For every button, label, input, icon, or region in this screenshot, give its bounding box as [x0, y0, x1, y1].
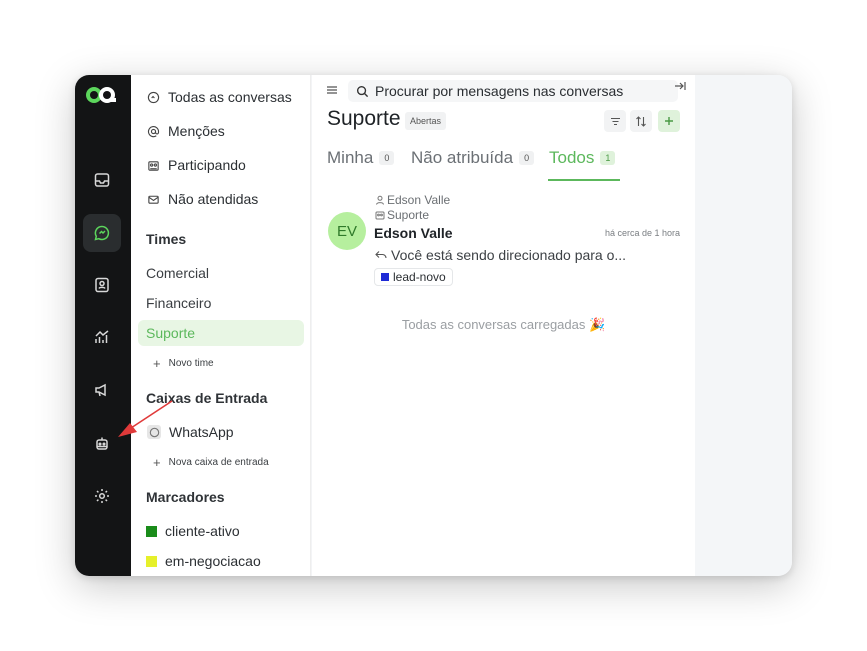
sidebar-item-inbox-whatsapp[interactable]: WhatsApp	[147, 424, 234, 440]
app-logo-icon	[86, 87, 116, 103]
plus-icon: +	[153, 356, 161, 371]
gear-icon	[95, 489, 109, 503]
sidebar-item-label-em-negociacao[interactable]: em-negociacao	[146, 553, 261, 569]
arrow-to-right-icon	[675, 82, 686, 90]
sidebar-item-label: WhatsApp	[169, 424, 234, 440]
bot-nav-button[interactable]	[83, 425, 121, 463]
all-loaded-message: Todas as conversas carregadas 🎉	[401, 317, 606, 332]
assigned-agent-name: Edson Valle	[387, 193, 451, 207]
sidebar-item-team-financeiro[interactable]: Financeiro	[146, 295, 211, 311]
menu-icon[interactable]	[326, 85, 338, 95]
sidebar-item-mentions[interactable]: Menções	[147, 123, 225, 139]
assigned-team-name: Suporte	[387, 208, 430, 222]
at-icon	[147, 125, 160, 137]
envelope-icon	[148, 195, 159, 204]
sidebar-item-label: Todas as conversas	[168, 89, 292, 105]
whatsapp-icon	[147, 425, 161, 439]
people-icon	[148, 160, 159, 171]
conversation-timestamp: há cerca de 1 hora	[604, 228, 680, 238]
last-message-preview: Você está sendo direcionado para o...	[375, 247, 635, 263]
chat-icon	[94, 225, 110, 241]
status-badge[interactable]: Abertas	[405, 112, 447, 130]
tab-count-badge: 0	[519, 151, 535, 165]
app-window: Todas as conversas Menções Participando …	[75, 75, 792, 576]
sidebar-item-label: em-negociacao	[165, 553, 261, 569]
labels-heading: Marcadores	[146, 489, 225, 505]
reply-icon	[375, 251, 387, 259]
active-tab-indicator	[548, 179, 620, 181]
settings-nav-button[interactable]	[83, 477, 121, 515]
inboxes-heading: Caixas de Entrada	[146, 390, 268, 406]
teams-heading: Times	[146, 231, 187, 247]
sidebar-item-participating[interactable]: Participando	[147, 157, 246, 173]
search-bar[interactable]: Procurar por mensagens nas conversas	[348, 80, 678, 102]
new-inbox-button[interactable]: + Nova caixa de entrada	[153, 455, 269, 470]
megaphone-icon	[95, 383, 106, 397]
last-message-text: Você está sendo direcionado para o...	[391, 247, 627, 263]
sidebar-item-unattended[interactable]: Não atendidas	[147, 191, 258, 207]
sidebar-item-team-comercial[interactable]: Comercial	[146, 265, 209, 281]
tab-mine[interactable]: Minha 0	[327, 148, 395, 168]
conversations-nav-button[interactable]	[83, 214, 121, 252]
inbox-icon	[94, 173, 110, 187]
filter-button[interactable]	[604, 110, 626, 132]
sort-button[interactable]	[630, 110, 652, 132]
tab-label: Minha	[327, 148, 374, 167]
assigned-team: Suporte	[375, 208, 429, 222]
screenshot-stage: Todas as conversas Menções Participando …	[0, 0, 867, 651]
sidebar-item-team-suporte[interactable]: Suporte	[146, 325, 195, 341]
tab-label: Todos	[549, 148, 595, 167]
sort-icon	[636, 115, 646, 127]
tab-count-badge: 0	[379, 151, 395, 165]
primary-nav-rail	[75, 75, 131, 576]
sidebar-item-label: cliente-ativo	[165, 523, 240, 539]
label-color-swatch	[146, 525, 157, 537]
conversation-list-panel: Procurar por mensagens nas conversas Sup…	[312, 75, 695, 576]
new-inbox-label: Nova caixa de entrada	[168, 457, 269, 468]
user-icon	[376, 195, 384, 205]
contact-name: Edson Valle	[374, 225, 453, 241]
label-color-swatch	[381, 273, 389, 281]
avatar: EV	[328, 212, 366, 250]
robot-icon	[96, 437, 108, 450]
contacts-icon	[95, 277, 109, 293]
inbox-nav-button[interactable]	[83, 161, 121, 199]
label-chip-text: lead-novo	[393, 270, 446, 284]
plus-icon: +	[153, 455, 161, 470]
reports-nav-button[interactable]	[83, 318, 121, 356]
search-icon	[356, 85, 369, 97]
assigned-agent: Edson Valle	[375, 193, 450, 207]
conversation-label-chip: lead-novo	[374, 268, 453, 286]
sidebar-item-all-conversations[interactable]: Todas as conversas	[147, 89, 292, 105]
secondary-sidebar: Todas as conversas Menções Participando …	[131, 75, 311, 576]
search-input[interactable]: Procurar por mensagens nas conversas	[375, 83, 623, 99]
sidebar-item-label-cliente-ativo[interactable]: cliente-ativo	[146, 523, 240, 539]
tab-count-badge: 1	[600, 151, 616, 165]
sidebar-item-label: Menções	[168, 123, 225, 139]
tab-label: Não atribuída	[411, 148, 514, 167]
campaigns-nav-button[interactable]	[83, 371, 121, 409]
tab-all[interactable]: Todos 1	[549, 148, 616, 168]
sidebar-item-label: Participando	[168, 157, 246, 173]
tab-unassigned[interactable]: Não atribuída 0	[411, 148, 535, 168]
reports-chart-icon	[95, 330, 109, 343]
chat-bubble-icon	[147, 91, 160, 103]
plus-icon	[665, 117, 673, 125]
sidebar-item-label: Não atendidas	[168, 191, 259, 207]
collapse-panel-button[interactable]	[669, 78, 691, 94]
new-conversation-button[interactable]	[658, 110, 680, 132]
label-color-swatch	[146, 555, 157, 567]
page-title: Suporte	[327, 107, 401, 130]
new-team-label: Novo time	[168, 358, 214, 369]
team-icon	[375, 211, 385, 220]
contacts-nav-button[interactable]	[83, 266, 121, 304]
new-team-button[interactable]: + Novo time	[153, 356, 214, 371]
filter-icon	[610, 117, 620, 125]
conversation-detail-pane	[695, 75, 792, 576]
